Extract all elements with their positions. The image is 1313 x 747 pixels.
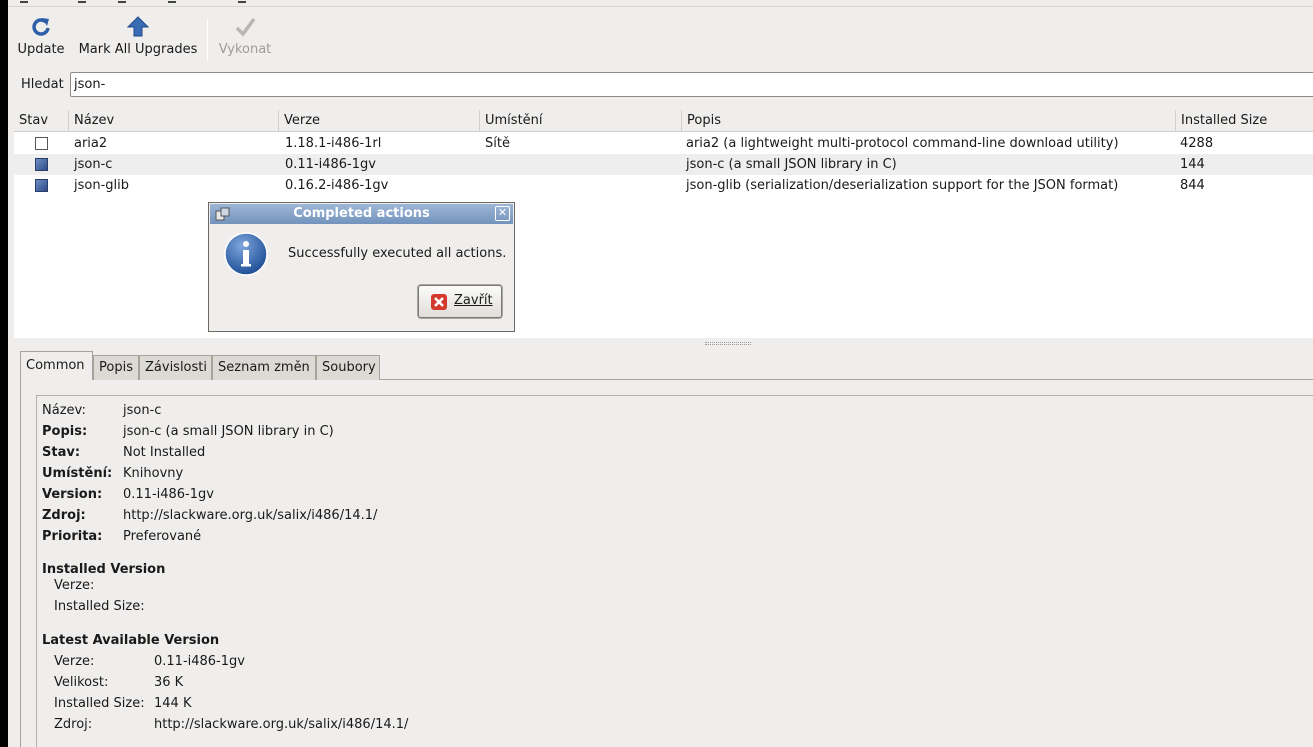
dialog-message: Successfully executed all actions. [288,246,507,261]
detail-value-version: 0.11-i486-1gv [123,487,214,502]
row-location: Sítě [485,136,510,151]
tab-files[interactable]: Soubory [316,355,380,380]
mark-all-upgrades-button[interactable]: Mark All Upgrades [76,14,200,62]
latest-version-value: 0.11-i486-1gv [154,654,245,669]
dialog-titlebar[interactable]: Completed actions ✕ [210,204,513,224]
detail-value-source: http://slackware.org.uk/salix/i486/14.1/ [123,508,378,523]
row-version: 0.16.2-i486-1gv [285,178,389,193]
search-input[interactable] [70,72,1313,97]
latest-version-heading: Latest Available Version [42,633,220,648]
arrow-up-icon [127,16,149,37]
latest-installed-size-value: 144 K [154,696,192,711]
row-version: 1.18.1-i486-1rl [285,136,382,151]
detail-label-name: Název: [42,403,86,418]
row-description: aria2 (a lightweight multi-protocol comm… [686,136,1119,151]
completed-actions-dialog: Completed actions ✕ Successfully execute… [208,202,515,332]
checkmark-icon [235,17,256,37]
update-button[interactable]: Update [13,14,69,62]
toolbar: Update Mark All Upgrades Vykonat [8,8,1313,63]
close-icon [431,294,447,310]
installed-size-label: Installed Size: [54,599,145,614]
search-row: Hledat [8,72,1313,98]
detail-value-name: json-c [123,403,162,418]
close-button-label: Zavřít [454,293,493,308]
tab-common[interactable]: Common [20,351,93,380]
row-size: 144 [1180,157,1205,172]
row-description: json-c (a small JSON library in C) [686,157,897,172]
table-row[interactable]: json-c 0.11-i486-1gv json-c (a small JSO… [14,154,1313,175]
latest-size-value: 36 K [154,675,184,690]
execute-label: Vykonat [218,42,272,57]
table-header: Stav Název Verze Umístění Popis Installe… [14,110,1313,132]
detail-value-location: Knihovny [123,466,184,481]
row-size: 844 [1180,178,1205,193]
tab-dependencies[interactable]: Závislosti [139,355,212,380]
latest-source-value: http://slackware.org.uk/salix/i486/14.1/ [154,717,409,732]
tab-description[interactable]: Popis [93,355,139,380]
latest-size-label: Velikost: [54,675,109,690]
table-row[interactable]: json-glib 0.16.2-i486-1gv json-glib (ser… [14,175,1313,196]
installed-version-heading: Installed Version [42,562,166,577]
row-version: 0.11-i486-1gv [285,157,376,172]
column-header-description[interactable]: Popis [682,110,1176,132]
close-button[interactable]: Zavřít [418,285,502,318]
row-checkbox[interactable] [35,158,48,171]
row-size: 4288 [1180,136,1214,151]
menu-item-stub[interactable] [238,0,246,3]
menu-item-stub[interactable] [78,0,86,3]
detail-label-description: Popis: [42,424,88,439]
menu-item-stub[interactable] [20,0,28,3]
detail-label-source: Zdroj: [42,508,86,523]
refresh-icon [32,18,50,36]
dialog-title: Completed actions [293,206,430,221]
row-description: json-glib (serialization/deserialization… [686,178,1119,193]
column-header-installed-size[interactable]: Installed Size [1176,110,1313,132]
latest-installed-size-label: Installed Size: [54,696,145,711]
column-header-location[interactable]: Umístění [480,110,682,132]
installed-version-label: Verze: [54,578,95,593]
search-label: Hledat [21,77,64,92]
latest-version-label: Verze: [54,654,95,669]
latest-source-label: Zdroj: [54,717,93,732]
mark-all-upgrades-label: Mark All Upgrades [78,42,198,57]
pane-resize-handle[interactable] [705,342,751,345]
table-row[interactable]: aria2 1.18.1-i486-1rl Sítě aria2 (a ligh… [14,133,1313,154]
detail-label-version: Version: [42,487,103,502]
toolbar-separator [207,19,208,61]
details-notebook: Název: json-c Popis: json-c (a small JSO… [20,379,1313,747]
detail-value-priority: Preferované [123,529,202,544]
menu-item-stub[interactable] [118,0,126,3]
detail-value-state: Not Installed [123,445,206,460]
update-label: Update [17,42,65,57]
column-header-name[interactable]: Název [69,110,279,132]
menu-item-stub[interactable] [168,0,176,3]
row-name: aria2 [74,136,108,151]
row-name: json-glib [74,178,129,193]
menubar[interactable] [8,0,1313,7]
row-checkbox[interactable] [35,179,48,192]
detail-label-location: Umístění: [42,466,113,481]
row-name: json-c [74,157,113,172]
column-header-version[interactable]: Verze [279,110,480,132]
details-panel: Název: json-c Popis: json-c (a small JSO… [36,395,1313,747]
app-icon [215,207,230,221]
execute-button[interactable]: Vykonat [216,14,274,62]
detail-label-state: Stav: [42,445,81,460]
tab-changelog[interactable]: Seznam změn [212,355,316,380]
info-icon [224,232,268,276]
column-header-state[interactable]: Stav [14,110,69,132]
detail-value-description: json-c (a small JSON library in C) [123,424,334,439]
detail-label-priority: Priorita: [42,529,103,544]
package-manager-window: Update Mark All Upgrades Vykonat Hledat … [8,0,1313,747]
row-checkbox[interactable] [35,137,48,150]
close-icon[interactable]: ✕ [495,206,510,221]
